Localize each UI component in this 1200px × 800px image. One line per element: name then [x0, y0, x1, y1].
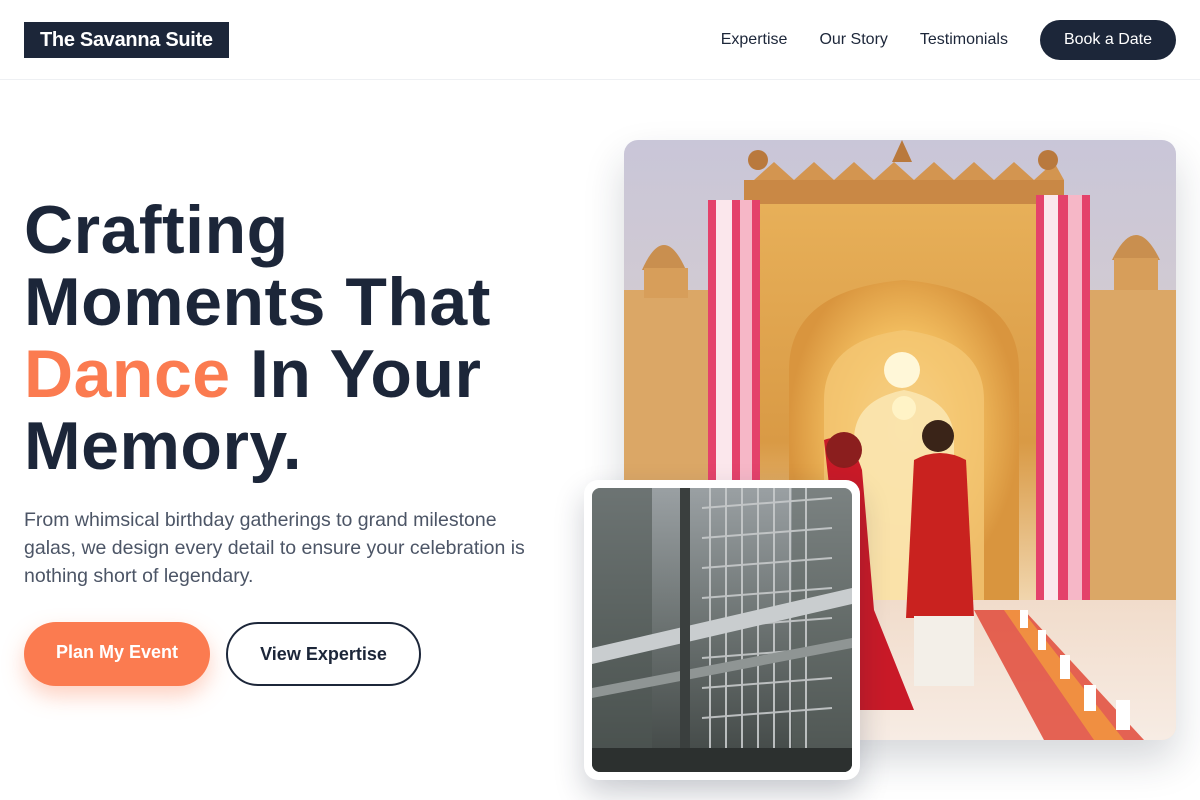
nav-link-our-story[interactable]: Our Story — [819, 20, 887, 60]
headline-line-3: In Your — [230, 336, 482, 412]
headline-line-2: Moments That — [24, 264, 491, 340]
hero-headline: Crafting Moments That Dance In Your Memo… — [24, 194, 584, 482]
book-a-date-button[interactable]: Book a Date — [1039, 20, 1176, 60]
headline-line-1: Crafting — [24, 192, 289, 268]
metal-grid-structure-photo — [592, 488, 852, 772]
brand-logo[interactable]: The Savanna Suite — [24, 22, 229, 58]
secondary-photo-frame — [584, 480, 860, 780]
headline-line-4: Memory. — [24, 408, 303, 484]
site-header: The Savanna Suite Expertise Our Story Te… — [0, 0, 1200, 80]
nav-link-expertise[interactable]: Expertise — [721, 20, 788, 60]
view-expertise-button[interactable]: View Expertise — [226, 622, 421, 686]
nav-link-testimonials[interactable]: Testimonials — [920, 20, 1008, 60]
plan-my-event-button[interactable]: Plan My Event — [24, 622, 210, 686]
main-nav: Expertise Our Story Testimonials Book a … — [721, 20, 1176, 60]
headline-accent-word: Dance — [24, 336, 231, 412]
hero-subtext: From whimsical birthday gatherings to gr… — [24, 509, 525, 587]
